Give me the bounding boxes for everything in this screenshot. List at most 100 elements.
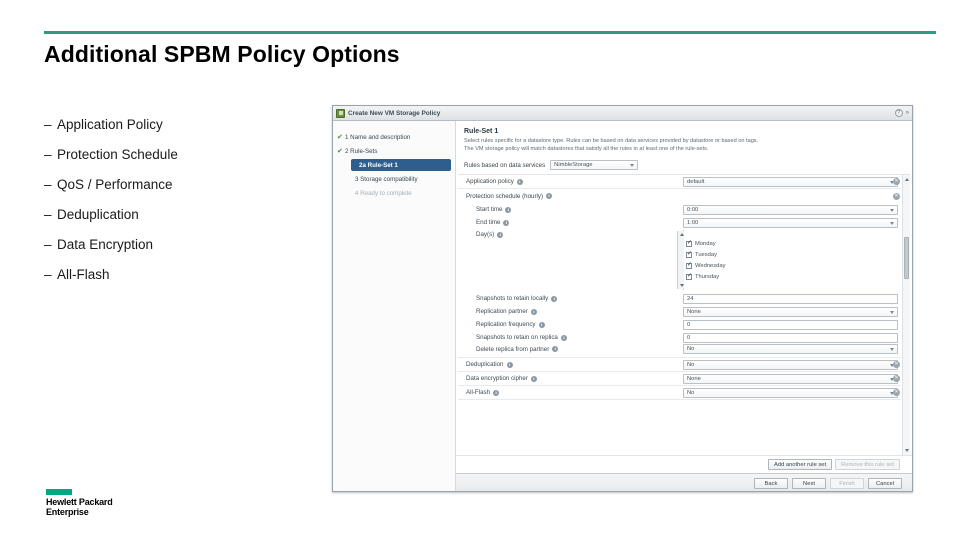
- sidebar-item-ready-to-complete[interactable]: 4 Ready to complete: [333, 186, 455, 200]
- start-time-select[interactable]: 0:00: [683, 204, 898, 215]
- bullet-dash: –: [44, 237, 52, 252]
- chevron-down-icon: [630, 164, 635, 167]
- finish-button[interactable]: Finish: [830, 478, 864, 489]
- wizard-content: Rule-Set 1 Select rules specific for a d…: [456, 121, 912, 491]
- end-time-select[interactable]: 1:00: [683, 217, 898, 228]
- remove-deduplication-button[interactable]: ✕: [893, 361, 900, 368]
- wizard-title-bar: Create New VM Storage Policy ? »: [333, 106, 912, 121]
- info-icon[interactable]: i: [503, 219, 510, 226]
- info-icon[interactable]: i: [497, 231, 504, 238]
- scroll-down-icon[interactable]: [679, 284, 684, 287]
- field-row-delete-replica-from-partner: Delete replica from partner i No: [458, 344, 901, 357]
- field-row-end-time: End time i 1:00: [458, 216, 901, 229]
- bullet-text: Data Encryption: [57, 237, 154, 252]
- delete-replica-from-partner-select[interactable]: No: [683, 344, 898, 354]
- info-icon[interactable]: i: [506, 361, 513, 368]
- bullet-dash: –: [44, 147, 52, 162]
- all-flash-select[interactable]: No: [683, 387, 898, 398]
- day-label: Thursday: [695, 273, 720, 280]
- group-application-policy: Application policy i default ✕: [458, 175, 901, 189]
- replication-frequency-input[interactable]: 0: [683, 319, 898, 330]
- application-policy-select[interactable]: default: [683, 176, 898, 187]
- back-button[interactable]: Back: [754, 478, 788, 489]
- hpe-logo-line2: Enterprise: [46, 506, 89, 517]
- info-icon[interactable]: i: [546, 193, 553, 199]
- remove-protection-schedule-button[interactable]: ✕: [893, 193, 900, 200]
- bullet-text: Application Policy: [57, 117, 163, 132]
- info-icon[interactable]: i: [551, 295, 558, 302]
- sidebar-item-name-and-description[interactable]: ✔ 1 Name and description: [333, 130, 455, 144]
- replication-partner-select[interactable]: None: [683, 306, 898, 317]
- next-button[interactable]: Next: [792, 478, 826, 489]
- checkbox-monday[interactable]: [686, 239, 692, 247]
- group-data-encryption-cipher: Data encryption cipher i None ✕: [458, 372, 901, 386]
- field-row-application-policy: Application policy i default ✕: [458, 175, 901, 188]
- list-item: – All-Flash: [44, 267, 304, 282]
- chevron-down-icon: [890, 208, 894, 212]
- data-services-value: NimbleStorage: [554, 162, 593, 168]
- remove-application-policy-button[interactable]: ✕: [893, 178, 900, 185]
- bullet-dash: –: [44, 177, 52, 192]
- days-listbox[interactable]: Monday Tuesday Wednesday: [677, 230, 898, 290]
- data-services-select[interactable]: NimbleStorage: [550, 160, 639, 170]
- delete-replica-from-partner-value: No: [687, 346, 695, 352]
- end-time-label: End time i: [476, 219, 683, 226]
- application-policy-label: Application policy i: [466, 178, 683, 185]
- sidebar-item-rule-sets[interactable]: ✔ 2 Rule-Sets: [333, 144, 455, 158]
- sidebar-item-rule-set-1[interactable]: 2a Rule-Set 1: [351, 159, 451, 171]
- chevron-down-icon: [890, 221, 894, 225]
- info-icon[interactable]: i: [516, 178, 523, 185]
- days-listbox-scrollbar[interactable]: [677, 231, 684, 289]
- remove-data-encryption-cipher-button[interactable]: ✕: [893, 375, 900, 382]
- checkbox-wednesday[interactable]: [686, 261, 692, 269]
- help-icon[interactable]: ?: [894, 109, 903, 117]
- checkbox-thursday[interactable]: [686, 272, 692, 280]
- application-policy-value: default: [687, 178, 705, 185]
- field-row-start-time: Start time i 0:00: [458, 203, 901, 216]
- storage-policy-icon: [336, 108, 345, 118]
- data-services-label: Rules based on data services: [464, 161, 546, 169]
- collapse-icon[interactable]: »: [906, 110, 910, 116]
- info-icon[interactable]: i: [530, 308, 537, 315]
- remove-this-rule-set-button[interactable]: Remove this rule set: [835, 459, 900, 470]
- protection-schedule-header: Protection schedule (hourly) i ✕: [458, 189, 901, 203]
- snapshots-retain-locally-value: 24: [687, 295, 694, 302]
- chevron-down-icon: [890, 310, 894, 314]
- scroll-up-icon[interactable]: [679, 233, 684, 236]
- content-description-line2: The VM storage policy will match datasto…: [464, 145, 709, 152]
- list-item-monday[interactable]: Monday: [683, 238, 898, 249]
- form-scrollbar[interactable]: [902, 175, 910, 455]
- scroll-down-icon[interactable]: [905, 449, 909, 452]
- scroll-up-icon[interactable]: [905, 178, 909, 181]
- info-icon[interactable]: i: [560, 334, 567, 341]
- scrollbar-thumb[interactable]: [904, 237, 909, 279]
- replication-frequency-label: Replication frequency i: [476, 321, 683, 328]
- list-item-thursday[interactable]: Thursday: [683, 271, 898, 282]
- info-icon[interactable]: i: [493, 389, 500, 396]
- snapshots-retain-on-replica-value: 0: [687, 334, 691, 341]
- list-item: – Deduplication: [44, 207, 304, 222]
- checkbox-tuesday[interactable]: [686, 250, 692, 258]
- info-icon[interactable]: i: [552, 346, 559, 352]
- info-icon[interactable]: i: [538, 321, 545, 328]
- content-description-line1: Select rules specific for a datastore ty…: [464, 138, 759, 144]
- snapshots-retain-locally-input[interactable]: 24: [683, 293, 898, 304]
- remove-all-flash-button[interactable]: ✕: [893, 389, 900, 396]
- sidebar-item-label: 2 Rule-Sets: [345, 147, 378, 155]
- deduplication-select[interactable]: No: [683, 359, 898, 370]
- bullet-dash: –: [44, 267, 52, 282]
- info-icon[interactable]: i: [505, 206, 512, 213]
- list-item: – Application Policy: [44, 117, 304, 132]
- deduplication-label: Deduplication i: [466, 361, 683, 368]
- cancel-button[interactable]: Cancel: [868, 478, 902, 489]
- sidebar-item-storage-compatibility[interactable]: 3 Storage compatibility: [333, 172, 455, 186]
- info-icon[interactable]: i: [530, 375, 537, 382]
- snapshots-retain-on-replica-input[interactable]: 0: [683, 332, 898, 343]
- add-another-rule-set-button[interactable]: Add another rule set: [767, 459, 833, 470]
- field-row-replication-frequency: Replication frequency i 0: [458, 318, 901, 331]
- field-row-data-encryption-cipher: Data encryption cipher i None ✕: [458, 372, 901, 385]
- data-encryption-cipher-select[interactable]: None: [683, 373, 898, 384]
- list-item-wednesday[interactable]: Wednesday: [683, 260, 898, 271]
- replication-partner-value: None: [687, 308, 701, 315]
- list-item-tuesday[interactable]: Tuesday: [683, 249, 898, 260]
